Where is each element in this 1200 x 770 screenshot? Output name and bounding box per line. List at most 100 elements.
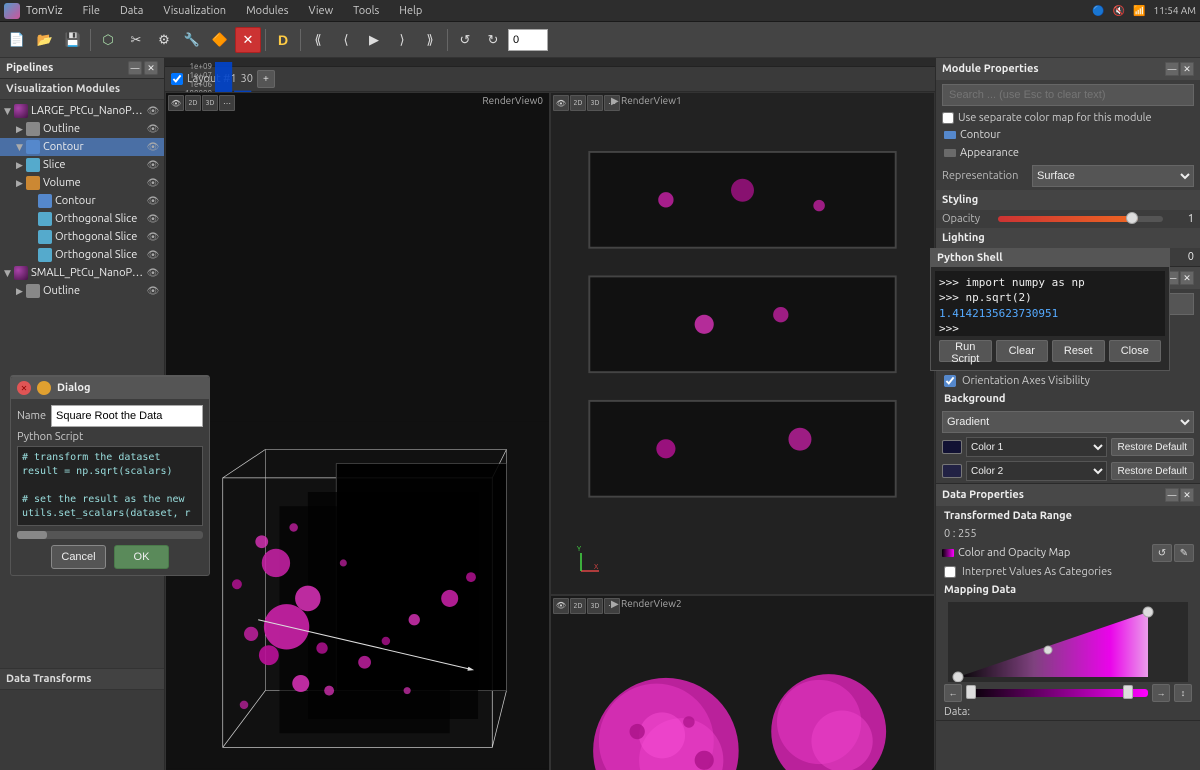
eye-icon-contour1[interactable]: 👁 [146, 140, 160, 154]
tree-item-outline2[interactable]: ▶ Outline 👁 [0, 282, 164, 300]
color2-select[interactable]: Color 2 [966, 461, 1107, 481]
viewport-bottom-right[interactable]: 👁 2D 3D ⋯ ▶ RenderView2 [550, 595, 935, 770]
py-close-btn[interactable]: Close [1109, 340, 1162, 362]
data-props-close-btn[interactable]: ✕ [1180, 488, 1194, 502]
py-run-script-btn[interactable]: Run Script [939, 340, 992, 362]
dialog-close-btn[interactable]: ✕ [17, 381, 31, 395]
menu-help[interactable]: Help [395, 3, 426, 19]
module-item-appearance[interactable]: Appearance [936, 144, 1200, 162]
dialog-name-input[interactable] [51, 405, 203, 427]
eye-icon-slice1[interactable]: 👁 [146, 158, 160, 172]
representation-select[interactable]: Surface Wireframe Points [1032, 165, 1194, 187]
toolbar-d-button[interactable]: D [270, 27, 296, 53]
vp-br-btn-eye[interactable]: 👁 [553, 598, 569, 614]
opacity-slider-thumb[interactable] [1126, 212, 1138, 224]
eye-icon-small[interactable]: 👁 [146, 266, 160, 280]
mapping-svg[interactable] [944, 602, 1192, 682]
toolbar-btn-2[interactable]: ✂ [123, 27, 149, 53]
toolbar-btn-1[interactable]: ⬡ [95, 27, 121, 53]
toolbar-anim-play[interactable]: ▶ [361, 27, 387, 53]
mapping-thumb-left[interactable] [966, 685, 976, 699]
orientation-axes-checkbox[interactable] [944, 375, 956, 387]
pipelines-collapse-btn[interactable]: — [128, 61, 142, 75]
vp-btn-eye[interactable]: 👁 [168, 95, 184, 111]
vp-br-btn-2d[interactable]: 2D [570, 598, 586, 614]
vp-tr-btn-eye[interactable]: 👁 [553, 95, 569, 111]
color1-swatch[interactable] [942, 440, 962, 454]
dialog-cancel-btn[interactable]: Cancel [51, 545, 106, 569]
cop-refresh-btn[interactable]: ↺ [1152, 544, 1172, 562]
module-search-input[interactable] [942, 84, 1194, 106]
viewport-main[interactable]: 👁 2D 3D ⋯ RenderView0 [165, 92, 550, 770]
toolbar-btn-3[interactable]: ⚙ [151, 27, 177, 53]
menu-data[interactable]: Data [116, 3, 147, 19]
toolbar-anim-3[interactable]: ⟩ [389, 27, 415, 53]
py-clear-btn[interactable]: Clear [996, 340, 1049, 362]
tree-item-large[interactable]: ▼ LARGE_PtCu_NanoParticl... 👁 [0, 102, 164, 120]
toolbar-anim-1[interactable]: ⟪ [305, 27, 331, 53]
tree-item-contour1[interactable]: ▼ Contour 👁 [0, 138, 164, 156]
eye-icon-outline1[interactable]: 👁 [146, 122, 160, 136]
dialog-scrollbar[interactable] [17, 531, 203, 539]
vp-tr-btn-2d[interactable]: 2D [570, 95, 586, 111]
vp-btn-2d[interactable]: 2D [185, 95, 201, 111]
tree-item-ortho2[interactable]: Orthogonal Slice 👁 [0, 228, 164, 246]
toolbar-btn-6[interactable]: ✕ [235, 27, 261, 53]
menu-view[interactable]: View [305, 3, 338, 19]
mapping-slider-track[interactable] [966, 689, 1148, 697]
color1-restore-btn[interactable]: Restore Default [1111, 438, 1194, 456]
toolbar-extra-1[interactable]: ↺ [452, 27, 478, 53]
tree-item-outline1[interactable]: ▶ Outline 👁 [0, 120, 164, 138]
vp-btn-3d[interactable]: 3D [202, 95, 218, 111]
new-button[interactable]: 📄 [4, 27, 30, 53]
tree-item-ortho3[interactable]: Orthogonal Slice 👁 [0, 246, 164, 264]
tree-item-volume1[interactable]: ▶ Volume 👁 [0, 174, 164, 192]
toolbar-extra-2[interactable]: ↻ [480, 27, 506, 53]
module-item-contour[interactable]: Contour [936, 126, 1200, 144]
vp-tr-btn-3d[interactable]: 3D [587, 95, 603, 111]
tree-item-contour1a[interactable]: Contour 👁 [0, 192, 164, 210]
eye-icon-contour1a[interactable]: 👁 [146, 194, 160, 208]
cop-edit-btn[interactable]: ✎ [1174, 544, 1194, 562]
color1-select[interactable]: Color 1 [966, 437, 1107, 457]
eye-icon-outline2[interactable]: 👁 [146, 284, 160, 298]
color2-restore-btn[interactable]: Restore Default [1111, 462, 1194, 480]
py-reset-btn[interactable]: Reset [1052, 340, 1105, 362]
mapping-thumb-right[interactable] [1123, 685, 1133, 699]
eye-icon-ortho2[interactable]: 👁 [146, 230, 160, 244]
tree-item-slice1[interactable]: ▶ Slice 👁 [0, 156, 164, 174]
background-type-select[interactable]: Gradient Solid Color [942, 411, 1194, 433]
module-props-close-btn[interactable]: ✕ [1180, 62, 1194, 76]
dialog-ok-btn[interactable]: OK [114, 545, 169, 569]
menu-file[interactable]: File [79, 3, 104, 19]
data-props-collapse-btn[interactable]: — [1165, 488, 1179, 502]
mapping-btn-2[interactable]: → [1152, 684, 1170, 702]
pipelines-close-btn[interactable]: ✕ [144, 61, 158, 75]
vp-btn-more[interactable]: ⋯ [219, 95, 235, 111]
vp-br-btn-3d[interactable]: 3D [587, 598, 603, 614]
mapping-btn-1[interactable]: ← [944, 684, 962, 702]
toolbar-anim-4[interactable]: ⟫ [417, 27, 443, 53]
module-props-collapse-btn[interactable]: — [1165, 62, 1179, 76]
menu-tools[interactable]: Tools [349, 3, 383, 19]
menu-modules[interactable]: Modules [242, 3, 292, 19]
save-button[interactable]: 💾 [60, 27, 86, 53]
open-button[interactable]: 📂 [32, 27, 58, 53]
dialog-titlebar[interactable]: ✕ Dialog [11, 377, 209, 399]
viewport-top-right[interactable]: 👁 2D 3D ⋯ ▶ RenderView1 [550, 92, 935, 595]
tree-item-small[interactable]: ▼ SMALL_PtCu_NanoParticl... 👁 [0, 264, 164, 282]
color2-swatch[interactable] [942, 464, 962, 478]
interpret-categories-checkbox[interactable] [944, 566, 956, 578]
eye-icon-volume1[interactable]: 👁 [146, 176, 160, 190]
view-props-close-btn[interactable]: ✕ [1180, 271, 1194, 285]
toolbar-btn-5[interactable]: 🔶 [207, 27, 233, 53]
tree-item-ortho1[interactable]: Orthogonal Slice 👁 [0, 210, 164, 228]
dialog-script-textarea[interactable]: # transform the dataset result = np.sqrt… [17, 446, 203, 526]
use-separate-color-checkbox[interactable] [942, 112, 954, 124]
python-shell-header[interactable]: Python Shell [931, 249, 1169, 267]
opacity-slider-track[interactable] [998, 216, 1163, 222]
mapping-btn-3[interactable]: ↕ [1174, 684, 1192, 702]
toolbar-frame-input[interactable] [508, 29, 548, 51]
eye-icon-large[interactable]: 👁 [146, 104, 160, 118]
menu-visualization[interactable]: Visualization [159, 3, 230, 19]
